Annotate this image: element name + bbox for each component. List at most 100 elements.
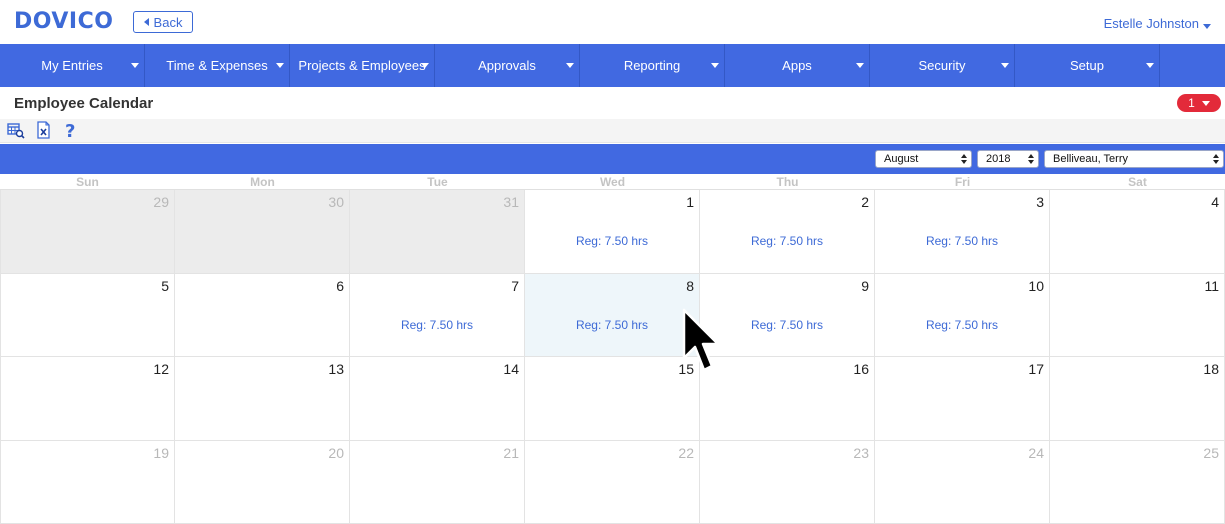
calendar-day-cell[interactable]: 18 [1050,357,1225,441]
calendar-day-cell[interactable]: 25 [1050,441,1225,524]
chevron-down-icon [711,63,719,68]
day-number: 15 [678,361,694,377]
dovico-logo[interactable]: DOVICO [14,9,113,34]
day-of-week-label: Wed [525,174,700,189]
page-title: Employee Calendar [14,95,153,112]
main-nav: My Entries Time & Expenses Projects & Em… [0,44,1225,87]
calendar-week-row: 567Reg: 7.50 hrs8Reg: 7.50 hrs9Reg: 7.50… [0,274,1225,358]
nav-label: Projects & Employees [298,58,425,73]
nav-setup[interactable]: Setup [1015,44,1160,87]
calendar-day-cell[interactable]: 7Reg: 7.50 hrs [350,274,525,358]
time-entry-link[interactable]: Reg: 7.50 hrs [875,234,1049,248]
day-number: 30 [328,194,344,210]
calendar-day-cell[interactable]: 16 [700,357,875,441]
year-select-value: 2018 [986,153,1010,165]
calendar-day-cell[interactable]: 21 [350,441,525,524]
nav-time-expenses[interactable]: Time & Expenses [145,44,290,87]
calendar-day-cell[interactable]: 4 [1050,190,1225,274]
calendar-day-cell[interactable]: 30 [175,190,350,274]
time-entry-link[interactable]: Reg: 7.50 hrs [350,318,524,332]
time-entry-link[interactable]: Reg: 7.50 hrs [525,318,699,332]
chevron-down-icon [1001,63,1009,68]
chevron-down-icon [856,63,864,68]
month-select-value: August [884,153,918,165]
calendar-day-cell[interactable]: 2 Reg: 7.50 hrs [700,190,875,274]
calendar-day-cell[interactable]: 14 [350,357,525,441]
toolbar: ? [0,119,1225,143]
day-number: 14 [503,361,519,377]
day-number: 8 [686,278,694,294]
calendar-day-cell[interactable]: 20 [175,441,350,524]
calendar-day-cell[interactable]: 3 Reg: 7.50 hrs [875,190,1050,274]
nav-my-entries[interactable]: My Entries [0,44,145,87]
nav-label: Setup [1070,58,1104,73]
nav-label: Time & Expenses [166,58,267,73]
calendar-day-cell[interactable]: 6 [175,274,350,358]
calendar-day-cell[interactable]: 17 [875,357,1050,441]
time-entry-link[interactable]: Reg: 7.50 hrs [525,234,699,248]
calendar-day-cell[interactable]: 24 [875,441,1050,524]
nav-label: Approvals [478,58,536,73]
calendar-day-cell[interactable]: 19 [0,441,175,524]
time-entry-link[interactable]: Reg: 7.50 hrs [700,318,874,332]
nav-label: Apps [782,58,812,73]
calendar-day-cell[interactable]: 9Reg: 7.50 hrs [700,274,875,358]
day-number: 5 [161,278,169,294]
nav-reporting[interactable]: Reporting [580,44,725,87]
day-number: 20 [328,445,344,461]
month-select[interactable]: August [875,150,972,168]
day-number: 16 [853,361,869,377]
calendar-day-cell[interactable]: 13 [175,357,350,441]
svg-text:?: ? [65,121,75,139]
calendar-day-cell[interactable]: 23 [700,441,875,524]
clear-excel-icon[interactable] [35,121,53,139]
chevron-down-icon [1146,63,1154,68]
calendar-day-cell[interactable]: 10 Reg: 7.50 hrs [875,274,1050,358]
top-bar: DOVICO Back Estelle Johnston [0,0,1225,44]
select-arrows-icon [961,154,967,164]
time-entry-link[interactable]: Reg: 7.50 hrs [700,234,874,248]
calendar-day-cell[interactable]: 8 Reg: 7.50 hrs [525,274,700,358]
day-number: 11 [1204,278,1219,294]
day-of-week-label: Tue [350,174,525,189]
day-of-week-label: Sat [1050,174,1225,189]
employee-select-value: Belliveau, Terry [1053,153,1128,165]
calendar-search-icon[interactable] [7,121,25,139]
calendar-filter-bar: August 2018 Belliveau, Terry [0,144,1225,174]
calendar-day-cell[interactable]: 15 [525,357,700,441]
calendar-day-cell[interactable]: 12 [0,357,175,441]
day-number: 29 [153,194,169,210]
chevron-down-icon [276,63,284,68]
year-select[interactable]: 2018 [977,150,1039,168]
day-number: 10 [1028,278,1044,294]
nav-apps[interactable]: Apps [725,44,870,87]
calendar-day-cell[interactable]: 1Reg: 7.50 hrs [525,190,700,274]
back-button[interactable]: Back [133,11,193,33]
day-number: 12 [153,361,169,377]
back-arrow-icon [144,18,149,26]
help-icon[interactable]: ? [62,121,80,139]
nav-label: Reporting [624,58,680,73]
nav-projects-employees[interactable]: Projects & Employees [290,44,435,87]
select-arrows-icon [1213,154,1219,164]
employee-select[interactable]: Belliveau, Terry [1044,150,1224,168]
chevron-down-icon [421,63,429,68]
notification-count: 1 [1188,96,1195,110]
day-number: 17 [1028,361,1044,377]
calendar-day-cell[interactable]: 11 [1050,274,1225,358]
day-of-week-label: Sun [0,174,175,189]
notification-badge[interactable]: 1 [1177,94,1221,112]
chevron-down-icon [1203,24,1211,29]
calendar-day-cell[interactable]: 5 [0,274,175,358]
calendar-day-cell[interactable]: 31 [350,190,525,274]
user-menu[interactable]: Estelle Johnston [1104,16,1211,31]
day-number: 3 [1036,194,1044,210]
nav-approvals[interactable]: Approvals [435,44,580,87]
day-number: 21 [503,445,519,461]
calendar-day-cell[interactable]: 29 [0,190,175,274]
nav-security[interactable]: Security [870,44,1015,87]
day-number: 2 [861,194,869,210]
calendar-day-cell[interactable]: 22 [525,441,700,524]
time-entry-link[interactable]: Reg: 7.50 hrs [875,318,1049,332]
nav-label: Security [919,58,966,73]
